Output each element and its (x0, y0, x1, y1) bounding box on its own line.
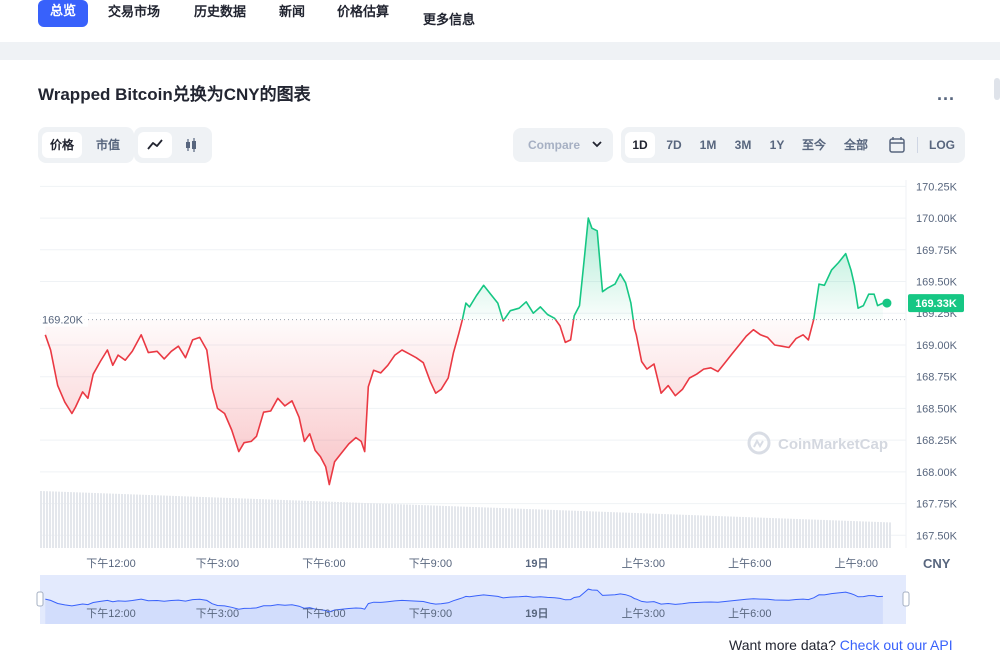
nav-tab-overview[interactable]: 总览 (38, 0, 89, 27)
chart-style-toggle (134, 127, 212, 163)
candlestick-icon[interactable] (174, 132, 208, 158)
range-1d-button[interactable]: 1D (625, 132, 655, 158)
range-7d-button[interactable]: 7D (659, 132, 689, 158)
chart-title: Wrapped Bitcoin兑换为CNY的图表 (38, 85, 311, 104)
chevron-down-icon (591, 128, 603, 162)
more-options-button[interactable]: ... (937, 84, 955, 105)
log-scale-button[interactable]: LOG (923, 132, 961, 158)
range-3m-button[interactable]: 3M (727, 132, 759, 158)
nav-tab-news[interactable]: 新闻 (279, 2, 305, 26)
compare-dropdown[interactable]: Compare (513, 128, 613, 162)
top-navigation: 总览 交易市场 历史数据 新闻 价格估算 更多信息 (0, 0, 1000, 42)
nav-tab-historical-data[interactable]: 历史数据 (194, 2, 246, 26)
api-link[interactable]: Check out our API (840, 637, 953, 653)
price-toggle-button[interactable]: 价格 (42, 132, 82, 158)
section-divider (0, 42, 1000, 60)
calendar-icon[interactable] (881, 132, 913, 158)
range-all-button[interactable]: 全部 (837, 132, 875, 158)
nav-tab-more-info[interactable]: 更多信息 (423, 10, 475, 34)
price-marketcap-toggle: 价格 市值 (38, 127, 134, 163)
compare-label: Compare (528, 138, 581, 152)
line-chart-icon[interactable] (138, 132, 172, 158)
nav-tab-markets[interactable]: 交易市场 (108, 2, 160, 26)
time-range-selector: 1D 7D 1M 3M 1Y 至今 全部 LOG (621, 127, 965, 163)
marketcap-toggle-button[interactable]: 市值 (88, 132, 128, 158)
range-ytd-button[interactable]: 至今 (796, 132, 832, 158)
footer-text: Want more data? (729, 637, 836, 653)
footer-api-promo: Want more data? Check out our API (729, 637, 953, 653)
nav-tab-price-estimates[interactable]: 价格估算 (337, 2, 389, 26)
range-1y-button[interactable]: 1Y (762, 132, 792, 158)
page-scrollbar[interactable] (994, 78, 1000, 100)
range-divider (917, 137, 918, 153)
range-1m-button[interactable]: 1M (693, 132, 723, 158)
